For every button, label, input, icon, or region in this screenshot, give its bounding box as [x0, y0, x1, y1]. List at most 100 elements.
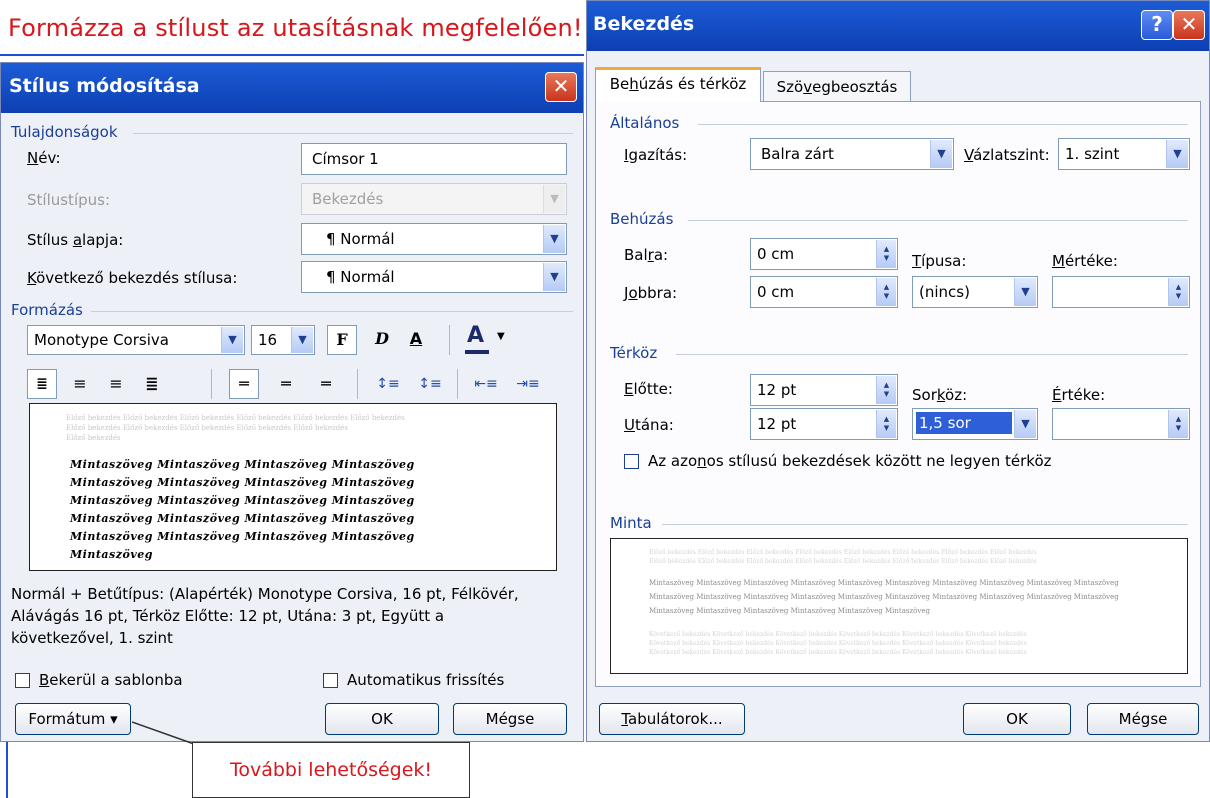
font-color-icon: A	[467, 323, 485, 348]
single-spacing-icon[interactable]: ═	[229, 369, 259, 399]
description-line: következővel, 1. szint	[11, 629, 173, 647]
outline-value: 1. szint	[1065, 145, 1120, 163]
auto-update-checkbox[interactable]	[323, 673, 338, 688]
chevron-down-icon: ▼	[1014, 410, 1036, 438]
indent-section-label: Behúzás	[610, 210, 674, 228]
underline-label: A	[409, 329, 423, 348]
style-type-label: Stílustípus:	[27, 191, 111, 209]
ok-button[interactable]: OK	[963, 703, 1071, 735]
spinner-icon[interactable]: ▲ ▼	[1168, 278, 1188, 306]
special-value: (nincs)	[919, 283, 970, 301]
callout-box: További lehetőségek!	[192, 742, 470, 798]
spinner-icon[interactable]: ▲ ▼	[876, 376, 896, 404]
bold-button[interactable]: F	[327, 325, 357, 355]
align-center-icon[interactable]: ≡	[65, 369, 95, 399]
preview-ghost-text: Előző bekezdés Előző bekezdés Előző beke…	[649, 558, 1037, 565]
double-spacing-icon[interactable]: ═	[311, 369, 341, 399]
preview-ghost-text: Előző bekezdés Előző bekezdés Előző beke…	[66, 424, 348, 432]
based-on-select[interactable]: ¶ Normál ▼	[301, 223, 567, 255]
special-select[interactable]: (nincs) ▼	[912, 276, 1038, 308]
dialog-titlebar: Bekezdés ? ✕	[587, 1, 1209, 51]
dialog-titlebar: Stílus módosítása ✕	[1, 63, 583, 113]
alignment-select[interactable]: Balra zárt ▼	[750, 138, 954, 170]
space-before-icon[interactable]: ↕≡	[373, 369, 403, 399]
tab-panel: Általános Igazítás: Balra zárt ▼ Vázlats…	[595, 101, 1201, 687]
spinner-icon[interactable]: ▲ ▼	[876, 240, 896, 268]
align-left-icon[interactable]: ≣	[27, 369, 57, 399]
description-line: Alávágás 16 pt, Térköz Előtte: 12 pt, Ut…	[11, 607, 445, 625]
spinner-icon[interactable]: ▲ ▼	[876, 410, 896, 438]
section-divider	[676, 354, 1188, 355]
size-select[interactable]: 16 ▼	[251, 325, 315, 355]
at-label: Értéke:	[1052, 386, 1106, 404]
preview-ghost-text: Előző bekezdés Előző bekezdés Előző beke…	[66, 414, 405, 422]
alignment-value: Balra zárt	[761, 145, 834, 163]
font-color-button[interactable]: A ▼	[461, 323, 511, 355]
preview-sample-line: Mintaszöveg Mintaszöveg Mintaszöveg Mint…	[70, 476, 415, 489]
section-divider	[133, 133, 573, 134]
right-indent-field[interactable]: 0 cm ▲ ▼	[750, 276, 898, 308]
style-type-select: Bekezdés ▼	[301, 183, 567, 215]
name-label: Név:	[27, 149, 61, 167]
align-right-icon[interactable]: ≡	[101, 369, 131, 399]
after-field[interactable]: 12 pt ▲ ▼	[750, 408, 898, 440]
line-spacing-select[interactable]: 1,5 sor ▼	[912, 408, 1038, 440]
preview-ghost-text: Előző bekezdés Előző bekezdés Előző beke…	[649, 549, 1037, 556]
before-label: Előtte:	[624, 380, 673, 398]
dialog-title: Bekezdés	[593, 13, 695, 35]
format-button[interactable]: Formátum ▾	[15, 703, 131, 735]
right-indent-value: 0 cm	[757, 283, 795, 301]
description-line: Normál + Betűtípus: (Alapérték) Monotype…	[11, 585, 519, 603]
font-select[interactable]: Monotype Corsiva ▼	[27, 325, 245, 355]
spinner-icon[interactable]: ▲ ▼	[1168, 410, 1188, 438]
preview-sample-line: Mintaszöveg Mintaszöveg Mintaszöveg Mint…	[649, 579, 1119, 587]
toolbar-separator	[457, 369, 458, 399]
spinner-icon[interactable]: ▲ ▼	[876, 278, 896, 306]
modify-style-dialog: Stílus módosítása ✕ Tulajdonságok Név: C…	[0, 62, 584, 742]
format-section-label: Formázás	[11, 301, 83, 319]
decrease-indent-icon[interactable]: ⇤≡	[471, 369, 501, 399]
space-after-icon[interactable]: ↕≡	[415, 369, 445, 399]
close-button[interactable]: ✕	[545, 72, 577, 102]
add-to-template-checkbox[interactable]	[15, 673, 30, 688]
no-space-checkbox[interactable]	[624, 454, 639, 469]
line-spacing-label: Sorköz:	[912, 386, 968, 404]
cancel-button[interactable]: Mégse	[1087, 703, 1199, 735]
one-half-spacing-icon[interactable]: ═	[271, 369, 301, 399]
tab-line-breaks[interactable]: Szövegbeosztás	[763, 71, 911, 103]
at-field[interactable]: ▲ ▼	[1052, 408, 1190, 440]
left-indent-value: 0 cm	[757, 245, 795, 263]
by-field[interactable]: ▲ ▼	[1052, 276, 1190, 308]
underline-button[interactable]: A	[401, 325, 431, 355]
chevron-down-icon: ▼	[543, 225, 565, 253]
italic-button[interactable]: D	[367, 325, 397, 355]
name-field[interactable]: Címsor 1	[301, 143, 567, 175]
next-style-select[interactable]: ¶ Normál ▼	[301, 261, 567, 293]
chevron-down-icon: ▼	[1166, 140, 1188, 168]
help-button[interactable]: ?	[1141, 10, 1173, 40]
justify-icon[interactable]: ≣	[137, 369, 167, 399]
close-button[interactable]: ✕	[1173, 10, 1205, 40]
add-to-template-label: Bekerül a sablonba	[39, 671, 183, 689]
tab-indents-spacing[interactable]: Behúzás és térköz	[595, 67, 761, 102]
style-description: Normál + Betűtípus: (Alapérték) Monotype…	[11, 583, 571, 649]
section-divider	[91, 311, 573, 312]
increase-indent-icon[interactable]: ⇥≡	[513, 369, 543, 399]
preview-ghost-text: Következő bekezdés Következő bekezdés Kö…	[649, 631, 1027, 638]
chevron-down-icon: ▼	[930, 140, 952, 168]
toolbar-separator	[449, 325, 450, 355]
left-indent-field[interactable]: 0 cm ▲ ▼	[750, 238, 898, 270]
alignment-label: Igazítás:	[624, 146, 688, 164]
before-field[interactable]: 12 pt ▲ ▼	[750, 374, 898, 406]
by-label: Mértéke:	[1052, 252, 1118, 270]
chevron-down-icon: ▼	[291, 327, 313, 353]
tabs-button[interactable]: Tabulátorok...	[599, 703, 745, 735]
preview-sample-line: Mintaszöveg Mintaszöveg Mintaszöveg Mint…	[70, 530, 415, 543]
paragraph-dialog: Bekezdés ? ✕ Behúzás és térköz Szövegbeo…	[586, 0, 1210, 742]
special-label: Típusa:	[912, 252, 967, 270]
divider	[0, 54, 584, 56]
cancel-button[interactable]: Mégse	[453, 703, 567, 735]
next-style-value: ¶ Normál	[326, 268, 395, 286]
ok-button[interactable]: OK	[325, 703, 439, 735]
outline-select[interactable]: 1. szint ▼	[1058, 138, 1190, 170]
